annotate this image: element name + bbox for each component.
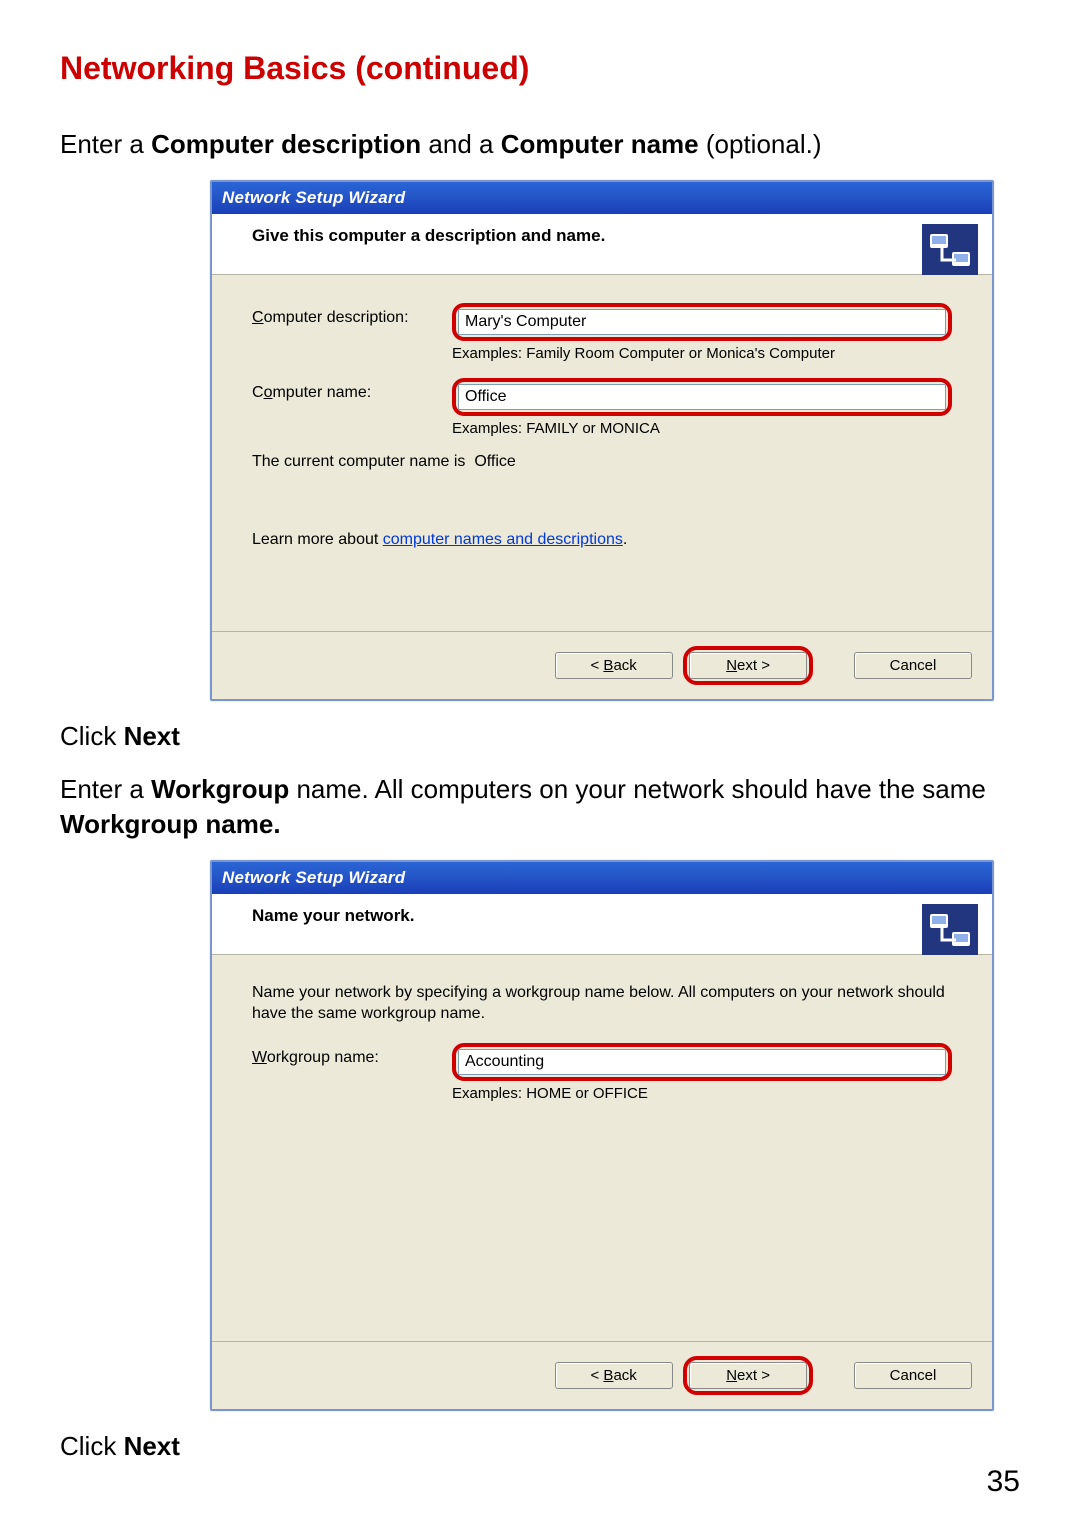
back-button[interactable]: < Back [555, 1362, 673, 1389]
workgroup-name-row: Workgroup name: [252, 1043, 952, 1081]
network-setup-wizard-1: Network Setup Wizard Give this computer … [210, 180, 994, 701]
computer-name-example: Examples: FAMILY or MONICA [452, 420, 952, 437]
workgroup-name-example: Examples: HOME or OFFICE [452, 1085, 952, 1102]
page-number: 35 [987, 1465, 1020, 1499]
network-icon [922, 904, 978, 960]
computer-description-example: Examples: Family Room Computer or Monica… [452, 345, 952, 362]
next-button[interactable]: Next > [689, 1362, 807, 1389]
workgroup-name-label: Workgroup name: [252, 1043, 452, 1067]
learn-more-link[interactable]: computer names and descriptions [383, 531, 623, 548]
highlight-next-button: Next > [683, 1356, 813, 1395]
cancel-button[interactable]: Cancel [854, 1362, 972, 1389]
wizard-buttons: < Back Next > Cancel [212, 1341, 992, 1409]
highlight-computer-name [452, 378, 952, 416]
computer-name-input[interactable] [458, 384, 946, 410]
network-icon [922, 224, 978, 280]
wizard-buttons: < Back Next > Cancel [212, 631, 992, 699]
highlight-workgroup-name [452, 1043, 952, 1081]
wizard-header: Give this computer a description and nam… [212, 214, 992, 275]
wizard-description: Name your network by specifying a workgr… [252, 983, 952, 1025]
highlight-computer-description [452, 303, 952, 341]
document-page: Networking Basics (continued) Enter a Co… [0, 0, 1080, 1529]
click-next-1: Click Next [60, 719, 1020, 754]
computer-name-label: Computer name: [252, 378, 452, 402]
current-computer-name: The current computer name is Office [252, 453, 952, 471]
wizard-content: Name your network by specifying a workgr… [212, 955, 992, 1341]
wizard-header: Name your network. [212, 894, 992, 955]
highlight-next-button: Next > [683, 646, 813, 685]
cancel-button[interactable]: Cancel [854, 652, 972, 679]
next-button[interactable]: Next > [689, 652, 807, 679]
click-next-2: Click Next [60, 1429, 1020, 1464]
wizard-content: Computer description: Examples: Family R… [212, 275, 992, 631]
workgroup-name-input[interactable] [458, 1049, 946, 1075]
wizard-titlebar[interactable]: Network Setup Wizard [212, 862, 992, 894]
instruction-2: Enter a Workgroup name. All computers on… [60, 772, 1020, 842]
computer-description-row: Computer description: [252, 303, 952, 341]
wizard-header-title: Give this computer a description and nam… [252, 226, 976, 246]
computer-description-input[interactable] [458, 309, 946, 335]
computer-name-row: Computer name: [252, 378, 952, 416]
instruction-1: Enter a Computer description and a Compu… [60, 127, 1020, 162]
computer-description-label: Computer description: [252, 303, 452, 327]
back-button[interactable]: < Back [555, 652, 673, 679]
section-heading: Networking Basics (continued) [60, 50, 1020, 87]
network-setup-wizard-2: Network Setup Wizard Name your network. … [210, 860, 994, 1411]
wizard-header-title: Name your network. [252, 906, 976, 926]
wizard-titlebar[interactable]: Network Setup Wizard [212, 182, 992, 214]
learn-more-line: Learn more about computer names and desc… [252, 531, 952, 549]
